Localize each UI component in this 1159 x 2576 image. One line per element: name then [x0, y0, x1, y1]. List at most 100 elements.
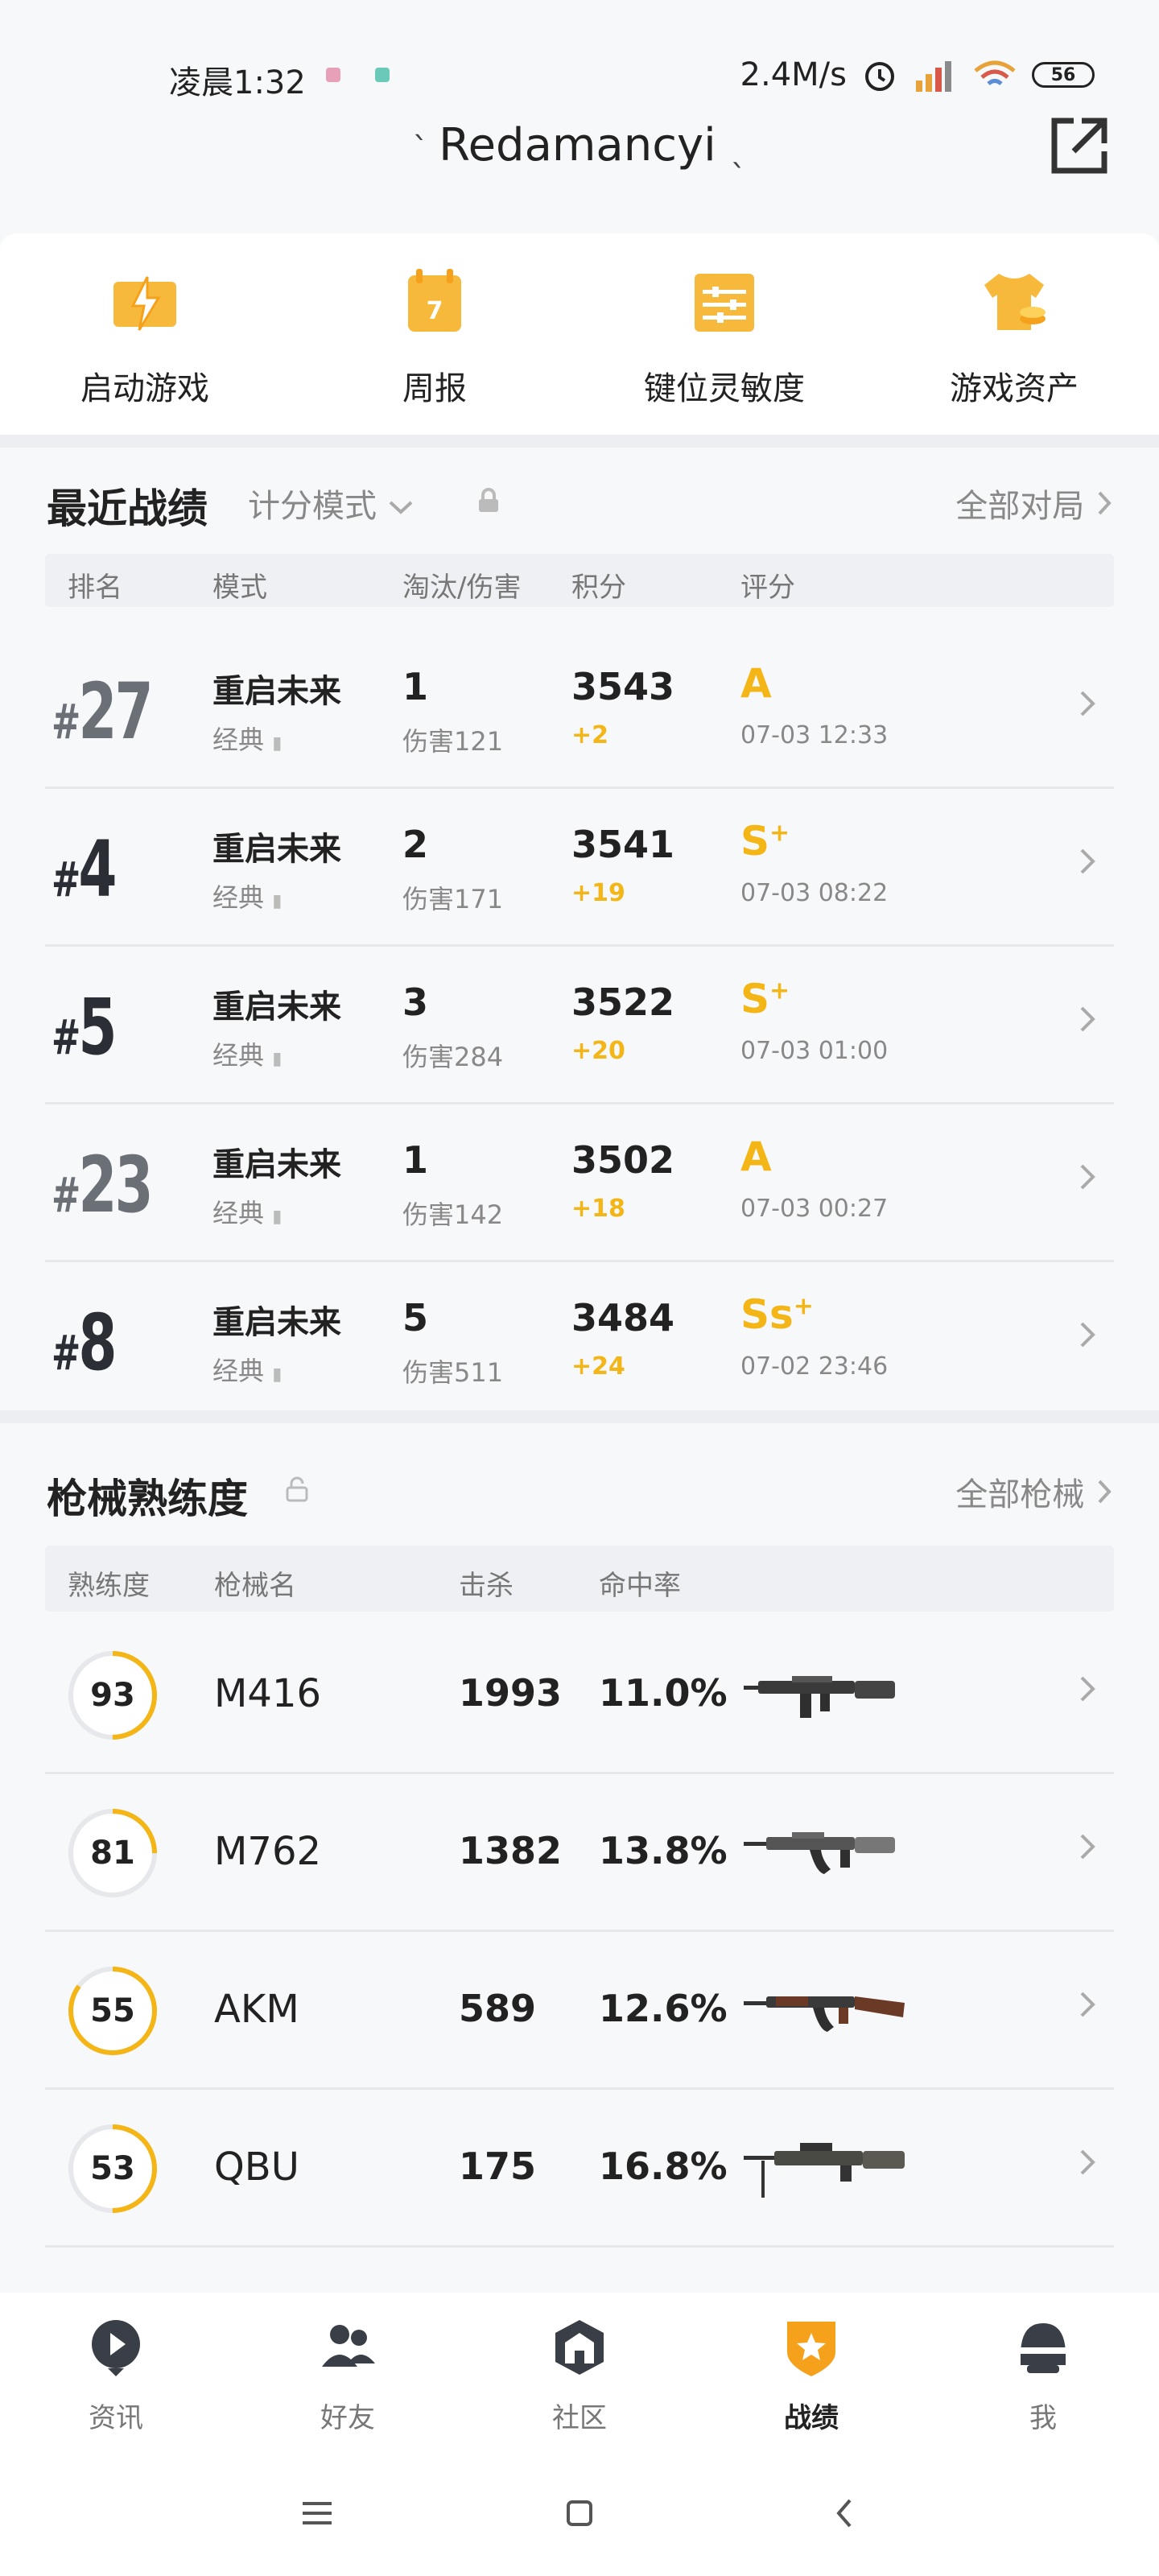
match-row[interactable]: #4 重启未来 经典 ▮ 2 伤害171 3541 +19 S+ 07-03 08:22	[45, 786, 1114, 947]
kills-value: 3	[402, 980, 429, 1024]
chevron-right-icon	[1080, 1676, 1095, 1702]
quick-action-label: 游戏资产	[950, 370, 1079, 407]
battery-indicator: 56	[1032, 62, 1095, 88]
mode-type: 经典	[212, 882, 265, 913]
lock-icon[interactable]	[285, 1476, 309, 1502]
hash-symbol: #	[52, 694, 80, 750]
mastery-value: 93	[90, 1677, 135, 1714]
match-rank: #8	[52, 1298, 117, 1388]
home-icon[interactable]	[555, 2489, 604, 2537]
match-rank: #23	[52, 1140, 154, 1230]
news-play-icon	[92, 2320, 140, 2376]
kills-value: 2	[402, 823, 429, 866]
match-row[interactable]: #23 重启未来 经典 ▮ 1 伤害142 3502 +18 A 07-03 00:27	[45, 1101, 1114, 1262]
all-matches-label: 全部对局	[955, 488, 1085, 525]
mode-filter-label: 计分模式	[248, 488, 377, 525]
match-rank: #5	[52, 982, 117, 1072]
quick-action-game-assets[interactable]: 游戏资产	[901, 266, 1127, 409]
nav-label: 好友	[320, 2402, 375, 2434]
score-delta: +19	[571, 879, 625, 907]
match-row[interactable]: #27 重启未来 经典 ▮ 1 伤害121 3543 +2 A 07-03 12:33	[45, 628, 1114, 789]
nav-label: 资讯	[89, 2402, 143, 2434]
all-matches-link[interactable]: 全部对局	[955, 480, 1114, 526]
signal-icon	[916, 61, 951, 92]
rank-number: 8	[78, 1298, 117, 1388]
score-delta: +24	[571, 1352, 625, 1381]
weapon-image	[744, 1676, 895, 1718]
nav-me[interactable]: 我	[963, 2315, 1124, 2435]
match-row[interactable]: #5 重启未来 经典 ▮ 3 伤害284 3522 +20 S+ 07-03 01:00	[45, 943, 1114, 1104]
chevron-right-icon	[1080, 1164, 1095, 1190]
nav-label: 社区	[552, 2402, 607, 2434]
nav-records[interactable]: 战绩	[731, 2315, 892, 2435]
weapon-accuracy: 11.0%	[599, 1671, 728, 1715]
menu-icon[interactable]	[293, 2489, 341, 2537]
badge-icon	[787, 2322, 835, 2376]
quick-action-weekly-report[interactable]: 7 周报	[322, 266, 547, 409]
weapon-row[interactable]: 93 M416 1993 11.0%	[45, 1613, 1114, 1774]
back-icon[interactable]	[821, 2489, 869, 2537]
person-icon: ▮	[272, 733, 283, 753]
chevron-right-icon	[1080, 1992, 1095, 2017]
quick-action-label: 键位灵敏度	[644, 370, 805, 407]
community-icon	[555, 2320, 604, 2375]
mode-type: 经典	[212, 724, 265, 755]
weapon-row[interactable]: 81 M762 1382 13.8%	[45, 1771, 1114, 1932]
grade-plus: +	[769, 819, 790, 848]
mode-name: 重启未来	[212, 1146, 341, 1183]
grade-letter: Ss	[740, 1291, 794, 1338]
svg-text:7: 7	[427, 297, 443, 325]
quick-action-launch-game[interactable]: 启动游戏	[32, 266, 258, 409]
match-date: 07-02 23:46	[740, 1352, 889, 1381]
column-header: 枪械名	[214, 1570, 296, 1602]
score-delta: +18	[571, 1195, 625, 1223]
nav-friends[interactable]: 好友	[267, 2315, 428, 2435]
recent-table-header: 排名 模式 淘汰/伤害 积分 评分	[45, 554, 1114, 607]
match-row[interactable]: #8 重启未来 经典 ▮ 5 伤害511 3484 +24 Ss+ 07-02 23:46	[45, 1259, 1114, 1420]
kills-value: 5	[402, 1296, 429, 1340]
weapon-name: QBU	[214, 2145, 299, 2190]
network-speed: 2.4M/s	[740, 56, 847, 93]
score-delta: +2	[571, 721, 609, 749]
hash-symbol: #	[52, 1167, 80, 1224]
grade-badge: S+	[740, 976, 790, 1022]
section-divider	[0, 1410, 1159, 1423]
grade-plus: +	[793, 1292, 814, 1321]
quick-action-key-sensitivity[interactable]: 键位灵敏度	[612, 266, 837, 409]
mode-name: 重启未来	[212, 1304, 341, 1341]
wifi-icon	[974, 60, 1016, 85]
weapon-kills: 1993	[459, 1671, 563, 1715]
mode-filter-dropdown[interactable]: 计分模式	[248, 480, 415, 526]
section-title: 枪械熟练度	[47, 1476, 248, 1522]
calendar-icon: 7	[408, 269, 461, 332]
score-value: 3543	[571, 665, 675, 708]
weapon-image	[744, 2143, 905, 2198]
chevron-right-icon	[1080, 848, 1095, 874]
helmet-icon	[1021, 2323, 1066, 2373]
chevron-right-icon	[1080, 1322, 1095, 1348]
lock-icon[interactable]	[476, 488, 501, 514]
score-value: 3541	[571, 823, 675, 866]
all-weapons-link[interactable]: 全部枪械	[955, 1468, 1114, 1515]
nav-community[interactable]: 社区	[499, 2315, 660, 2435]
weapon-image	[744, 1832, 895, 1874]
person-icon: ▮	[272, 1207, 283, 1227]
weapon-kills: 175	[459, 2145, 537, 2188]
lightning-icon	[113, 276, 176, 331]
weapon-row[interactable]: 55 AKM 589 12.6%	[45, 1929, 1114, 2090]
nav-label: 我	[1029, 2402, 1057, 2434]
column-header: 排名	[68, 572, 122, 604]
damage-value: 伤害171	[402, 884, 504, 914]
grade-letter: A	[740, 660, 772, 707]
notification-icon	[375, 68, 390, 82]
profile-switcher[interactable]: ˋ Redamancyi ˎ	[0, 119, 1159, 171]
weapon-row[interactable]: 53 QBU 175 16.8%	[45, 2087, 1114, 2248]
grade-plus: +	[769, 976, 790, 1005]
chevron-down-icon	[389, 501, 413, 514]
share-icon[interactable]	[1050, 116, 1109, 175]
status-bar: 凌晨1:32 2.4M/s 56	[0, 0, 1159, 101]
nav-news[interactable]: 资讯	[35, 2315, 196, 2435]
column-header: 击杀	[459, 1570, 514, 1602]
mode-type: 经典	[212, 1356, 265, 1386]
weapon-accuracy: 16.8%	[599, 2145, 728, 2188]
